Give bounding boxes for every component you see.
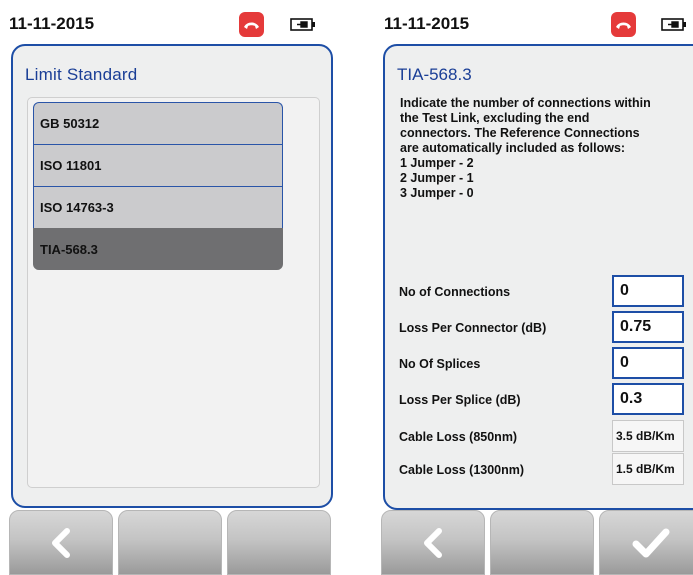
cable-loss-1300-value: 1.5 dB/Km <box>612 453 684 485</box>
field-label: Loss Per Splice (dB) <box>399 393 521 407</box>
content-panel: TIA-568.3 Indicate the number of connect… <box>383 44 693 510</box>
date-label: 11-11-2015 <box>384 14 470 33</box>
field-row-loss-per-splice: Loss Per Splice (dB) 0.3 <box>399 383 689 415</box>
checkmark-icon <box>632 528 670 557</box>
description-line: connectors. The Reference Connections <box>400 126 640 140</box>
battery-plug-icon <box>661 18 687 31</box>
standard-list: GB 50312 ISO 11801 ISO 14763-3 TIA-568.3 <box>33 102 283 270</box>
description-line: 3 Jumper - 0 <box>400 186 474 200</box>
date-label: 11-11-2015 <box>9 14 95 33</box>
battery-plug-icon <box>290 18 316 31</box>
back-chevron-icon <box>424 527 442 558</box>
confirm-button[interactable] <box>599 510 693 575</box>
field-label: Loss Per Connector (dB) <box>399 321 547 335</box>
page-title: TIA-568.3 <box>397 65 472 84</box>
no-of-splices-input[interactable]: 0 <box>612 347 684 379</box>
field-row-no-of-splices: No Of Splices 0 <box>399 347 689 379</box>
phone-hangup-icon[interactable] <box>239 12 264 37</box>
description-line: the Test Link, excluding the end <box>400 111 590 125</box>
field-label: No Of Splices <box>399 357 481 371</box>
button-bar <box>378 510 693 575</box>
blank-button-middle[interactable] <box>490 510 594 575</box>
standard-list-box[interactable]: GB 50312 ISO 11801 ISO 14763-3 TIA-568.3 <box>27 97 320 488</box>
blank-button-right[interactable] <box>227 510 331 575</box>
field-label: Cable Loss (1300nm) <box>399 463 525 477</box>
status-bar: 11-11-2015 <box>0 0 333 42</box>
button-bar <box>0 510 333 575</box>
field-row-no-of-connections: No of Connections 0 <box>399 275 689 307</box>
list-item-iso-11801[interactable]: ISO 11801 <box>33 144 283 186</box>
field-label: Cable Loss (850nm) <box>399 430 518 444</box>
no-of-connections-input[interactable]: 0 <box>612 275 684 307</box>
page-title: Limit Standard <box>25 65 138 84</box>
content-panel: Limit Standard GB 50312 ISO 11801 ISO 14… <box>11 44 333 508</box>
description-line: Indicate the number of connections withi… <box>400 96 651 110</box>
tia-568-3-settings-screen: 11-11-2015 TIA-568.3 Indicate the number… <box>378 0 693 575</box>
list-item-iso-14763-3[interactable]: ISO 14763-3 <box>33 186 283 228</box>
limit-standard-screen: 11-11-2015 Limit Standard GB 50312 ISO 1… <box>0 0 333 575</box>
cable-loss-850-value: 3.5 dB/Km <box>612 420 684 452</box>
back-button[interactable] <box>381 510 485 575</box>
phone-hangup-icon[interactable] <box>611 12 636 37</box>
description-line: are automatically included as follows: <box>400 141 626 155</box>
back-button[interactable] <box>9 510 113 575</box>
field-row-cable-loss-850: Cable Loss (850nm) 3.5 dB/Km <box>399 420 689 452</box>
description-line: 1 Jumper - 2 <box>400 156 474 170</box>
field-row-cable-loss-1300: Cable Loss (1300nm) 1.5 dB/Km <box>399 453 689 485</box>
field-label: No of Connections <box>399 285 511 299</box>
blank-button-middle[interactable] <box>118 510 222 575</box>
description-line: 2 Jumper - 1 <box>400 171 474 185</box>
list-item-tia-568-3[interactable]: TIA-568.3 <box>33 228 283 270</box>
field-row-loss-per-connector: Loss Per Connector (dB) 0.75 <box>399 311 689 343</box>
loss-per-connector-input[interactable]: 0.75 <box>612 311 684 343</box>
status-bar: 11-11-2015 <box>378 0 693 42</box>
back-chevron-icon <box>52 527 70 558</box>
loss-per-splice-input[interactable]: 0.3 <box>612 383 684 415</box>
list-item-gb-50312[interactable]: GB 50312 <box>33 102 283 144</box>
description-text: Indicate the number of connections withi… <box>400 96 693 201</box>
